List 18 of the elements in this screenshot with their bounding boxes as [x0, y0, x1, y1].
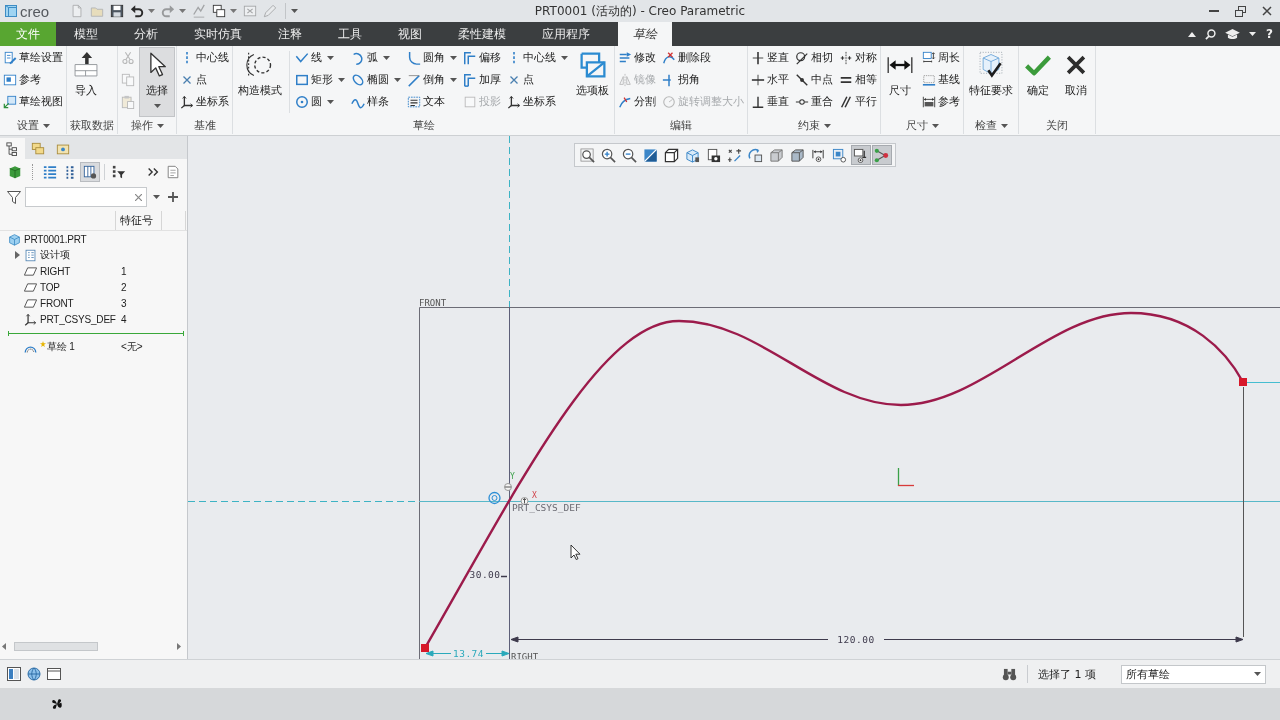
group-label: 关闭	[1045, 117, 1069, 133]
feature-number: <无>	[121, 340, 143, 354]
logo-text: creo	[20, 2, 50, 20]
group-label: 草绘	[411, 117, 436, 133]
axis-label: Y	[510, 472, 515, 481]
axis-label: X	[532, 491, 537, 500]
feature-number: 3	[121, 297, 127, 309]
group-label: 编辑	[669, 117, 693, 133]
plane-label: FRONT	[419, 297, 447, 308]
feature-number: 2	[121, 281, 127, 293]
group-label: 基准	[192, 117, 217, 133]
plane-label: RIGHT	[511, 651, 539, 659]
group-label: 获取数据	[69, 117, 115, 133]
window-title: PRT0001 (活动的) - Creo Parametric	[534, 2, 746, 20]
feature-number: 4	[121, 313, 127, 325]
feature-number: 1	[121, 265, 127, 277]
status-message: 选择了 1 项	[1038, 666, 1096, 682]
csys-label: PRT_CSYS_DEF	[512, 501, 581, 513]
